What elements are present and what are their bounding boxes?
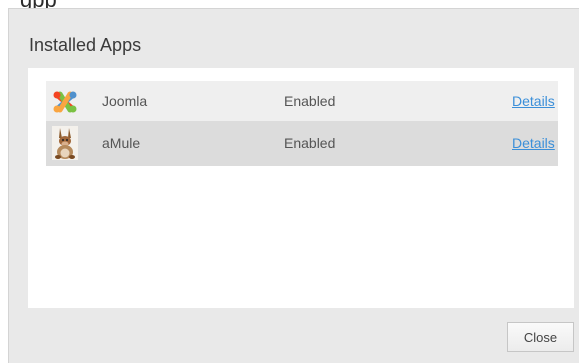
app-row-amule: aMule Enabled Details	[46, 121, 558, 166]
details-link-joomla[interactable]: Details	[512, 93, 555, 109]
close-button[interactable]: Close	[507, 322, 574, 352]
app-name: Joomla	[102, 93, 148, 109]
obscured-background-text: gpp	[20, 0, 57, 8]
app-name: aMule	[102, 135, 141, 151]
app-row-joomla: Joomla Enabled Details	[46, 81, 558, 121]
apps-list: Joomla Enabled Details aMule Enabled Det…	[46, 81, 558, 166]
background-text-fragment: gpp	[0, 0, 579, 8]
app-status: Enabled	[284, 135, 336, 151]
amule-mule-icon	[52, 126, 78, 160]
app-status: Enabled	[284, 93, 336, 109]
details-link-amule[interactable]: Details	[512, 135, 555, 151]
apps-panel: Joomla Enabled Details aMule Enabled Det…	[28, 68, 574, 308]
dialog-title: Installed Apps	[29, 35, 142, 55]
joomla-logo-icon	[52, 88, 78, 116]
